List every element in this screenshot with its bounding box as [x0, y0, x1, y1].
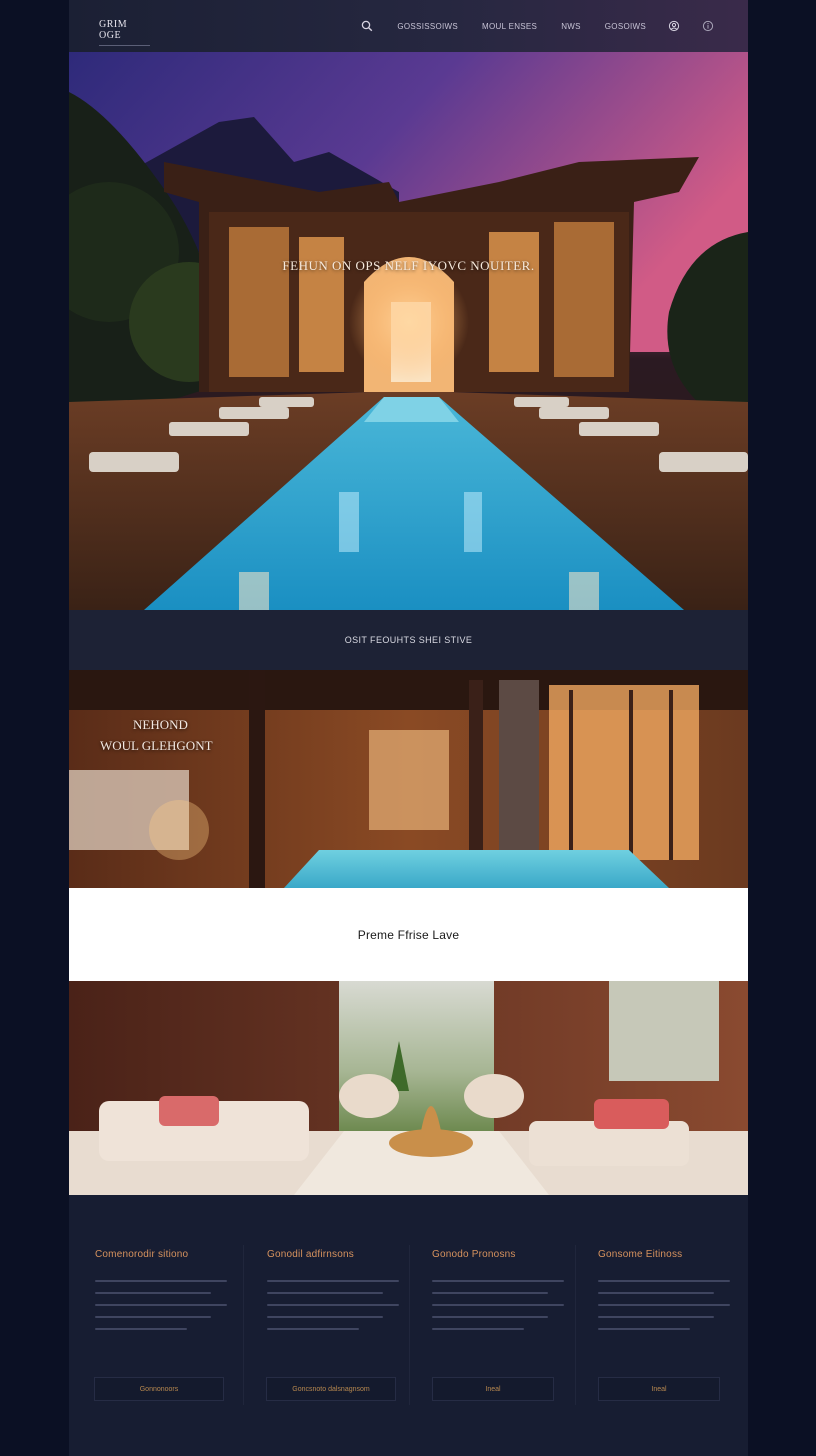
- feature-column-2: Gonodil adfirnsons: [267, 1249, 399, 1340]
- text-line: [432, 1304, 564, 1306]
- text-line: [95, 1328, 188, 1330]
- column-divider: [575, 1245, 576, 1405]
- nav-link-2[interactable]: MOUL ENSES: [482, 22, 537, 31]
- text-line: [598, 1280, 730, 1282]
- feature-column-1: Comenorodir sitiono: [95, 1249, 227, 1340]
- white-banner-text: Preme Ffrise Lave: [357, 927, 460, 942]
- text-line: [267, 1328, 360, 1330]
- text-line: [95, 1280, 227, 1282]
- lounge-illustration: [69, 981, 748, 1195]
- text-line: [267, 1316, 384, 1318]
- feature-title: Gonodil adfirnsons: [267, 1249, 354, 1260]
- feature-title: Comenorodir sitiono: [95, 1249, 189, 1260]
- site-logo[interactable]: GRIM OGE: [99, 19, 150, 46]
- white-banner: Preme Ffrise Lave: [69, 888, 748, 981]
- info-icon[interactable]: [702, 20, 714, 32]
- text-line: [95, 1304, 227, 1306]
- text-line: [95, 1292, 212, 1294]
- band-text: OSIT FEOUHTS SHEI STIVE: [344, 635, 473, 645]
- text-line: [598, 1316, 715, 1318]
- text-line: [432, 1280, 564, 1282]
- text-line: [598, 1292, 715, 1294]
- hero-pool-illustration: [69, 52, 748, 610]
- feature-button-1[interactable]: Gonnonoors: [94, 1377, 224, 1401]
- hero-title: FEHUN ON OPS NELF IYOVC NOUITER.: [282, 258, 535, 273]
- text-line: [267, 1304, 399, 1306]
- feature-column-4: Gonsome Eitinoss: [598, 1249, 730, 1340]
- nav-link-4[interactable]: GOSOIWS: [605, 22, 646, 31]
- nav-items: GOSSISSOIWS MOUL ENSES NWS GOSOIWS: [339, 0, 714, 52]
- user-icon[interactable]: [668, 20, 680, 32]
- text-line: [267, 1280, 399, 1282]
- nav-link-3[interactable]: NWS: [561, 22, 581, 31]
- search-icon[interactable]: [361, 20, 373, 32]
- section-band: OSIT FEOUHTS SHEI STIVE: [69, 610, 748, 670]
- column-divider: [409, 1245, 410, 1405]
- feature-button-3[interactable]: Ineal: [432, 1377, 554, 1401]
- feature-title: Gonodo Pronosns: [432, 1249, 516, 1260]
- feature-button-4[interactable]: Ineal: [598, 1377, 720, 1401]
- hero-image: FEHUN ON OPS NELF IYOVC NOUITER.: [69, 52, 748, 610]
- column-divider: [243, 1245, 244, 1405]
- feature-button-2[interactable]: Goncsnoto dalsnagnsom: [266, 1377, 396, 1401]
- text-line: [598, 1304, 730, 1306]
- feature-column-3: Gonodo Pronosns: [432, 1249, 564, 1340]
- top-nav: GRIM OGE GOSSISSOIWS MOUL ENSES NWS GOSO…: [69, 0, 748, 52]
- spa-heading-line1: NEHOND: [133, 717, 188, 732]
- spa-heading: NEHOND WOUL GLEHGONT: [100, 714, 213, 756]
- feature-title: Gonsome Eitinoss: [598, 1249, 683, 1260]
- spa-interior-illustration: [69, 670, 748, 888]
- text-line: [95, 1316, 212, 1318]
- spa-heading-line2: WOUL GLEHGONT: [100, 738, 213, 753]
- lounge-image: [69, 981, 748, 1195]
- text-line: [432, 1292, 549, 1294]
- text-line: [432, 1316, 549, 1318]
- nav-link-1[interactable]: GOSSISSOIWS: [397, 22, 458, 31]
- spa-image: NEHOND WOUL GLEHGONT: [69, 670, 748, 888]
- text-line: [598, 1328, 691, 1330]
- text-line: [432, 1328, 525, 1330]
- text-line: [267, 1292, 384, 1294]
- page: GRIM OGE GOSSISSOIWS MOUL ENSES NWS GOSO…: [69, 0, 748, 1456]
